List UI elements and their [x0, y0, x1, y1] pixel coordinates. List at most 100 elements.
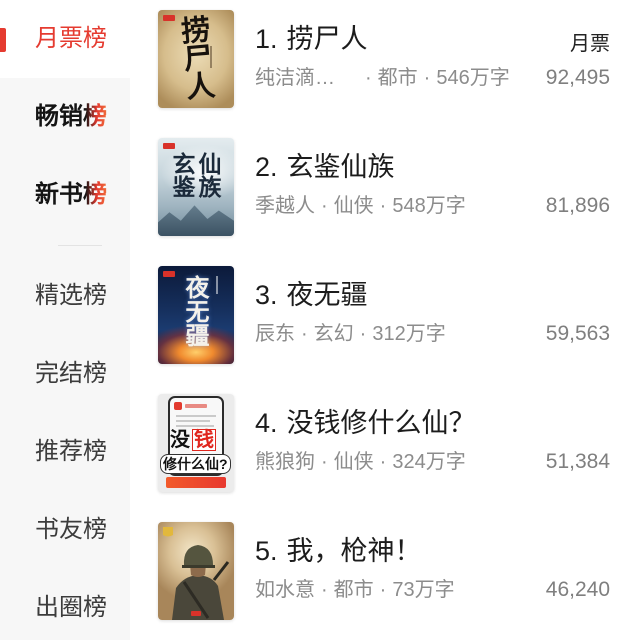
book-author: 纯洁滴…	[255, 67, 335, 89]
publisher-logo	[163, 143, 175, 149]
book-title: 玄鉴仙族	[286, 152, 395, 182]
cover-title-art: 没钱	[170, 428, 216, 452]
soldier-helmet	[183, 545, 213, 565]
book-title-line: 1. 捞尸人	[255, 23, 368, 55]
book-title: 没钱修什么仙？	[286, 408, 476, 438]
monthly-ticket-count: 81,896	[545, 194, 610, 217]
book-meta: 纯洁滴… · 都市 · 546万字	[255, 64, 510, 92]
book-title-line: 2. 玄鉴仙族	[255, 151, 395, 183]
cover-title-highlight: 钱	[192, 429, 216, 451]
book-cover[interactable]: 玄鉴仙族	[158, 138, 234, 236]
book-meta: 季越人 · 仙侠 · 548万字	[255, 192, 466, 220]
app-logo	[174, 402, 182, 410]
publisher-logo	[163, 271, 175, 277]
book-title: 夜无疆	[286, 280, 368, 310]
sidebar-item-label: 出圈榜	[35, 594, 107, 621]
meta-separator: ·	[365, 67, 372, 89]
book-word-count: 546万字	[436, 67, 510, 89]
monthly-ticket-count: 46,240	[545, 578, 610, 601]
book-title-line: 5. 我，枪神！	[255, 535, 422, 567]
book-author: 季越人	[255, 195, 315, 217]
sidebar-item-label: 完结榜	[35, 360, 107, 387]
book-genre: 都市	[333, 579, 374, 601]
book-title-line: 3. 夜无疆	[255, 279, 368, 311]
book-author: 熊狼狗	[255, 451, 315, 473]
ranking-list: 月票 捞尸人 1. 捞尸人 纯洁滴… · 都市 · 546万字 92,495 玄鉴仙族 2…	[130, 0, 640, 640]
cover-title-art: 夜无疆	[181, 275, 210, 347]
book-word-count: 548万字	[392, 195, 466, 217]
book-genre: 仙侠	[333, 451, 374, 473]
book-list-item[interactable]: 没钱 修什么仙? 4. 没钱修什么仙？ 熊狼狗 · 仙侠 · 324万字 51,384	[130, 384, 640, 512]
sidebar-item-label: 推荐榜	[35, 438, 107, 465]
book-title: 我，枪神！	[286, 536, 422, 566]
book-genre: 都市	[377, 67, 418, 89]
sidebar-item-new-books[interactable]: 新书榜	[0, 156, 130, 234]
book-author: 辰东	[255, 323, 295, 345]
soldier-illustration	[163, 527, 230, 620]
publisher-logo	[191, 611, 201, 616]
meta-separator: ·	[301, 323, 308, 345]
ranking-sidebar: 月票榜 畅销榜 新书榜 精选榜 完结榜 推荐榜 书友榜 出圈榜	[0, 0, 130, 640]
publisher-logo	[163, 15, 175, 21]
book-author: 如水意	[255, 579, 315, 601]
book-list-item[interactable]: 捞尸人 1. 捞尸人 纯洁滴… · 都市 · 546万字 92,495	[130, 0, 640, 128]
cover-banner	[166, 477, 226, 488]
monthly-ticket-count: 51,384	[545, 450, 610, 473]
book-rank: 5.	[255, 536, 278, 566]
sidebar-divider	[58, 245, 102, 246]
book-rank: 1.	[255, 24, 278, 54]
book-list-item[interactable]: 玄鉴仙族 2. 玄鉴仙族 季越人 · 仙侠 · 548万字 81,896	[130, 128, 640, 256]
book-word-count: 324万字	[392, 451, 466, 473]
selected-indicator	[0, 28, 6, 52]
sidebar-item-label: 精选榜	[35, 282, 107, 309]
sidebar-item-trending[interactable]: 出圈榜	[0, 569, 130, 640]
helmet-rim	[182, 565, 215, 568]
book-rank: 2.	[255, 152, 278, 182]
book-cover[interactable]: 夜无疆	[158, 266, 234, 364]
meta-separator: ·	[379, 579, 387, 601]
book-list-item[interactable]: 夜无疆 3. 夜无疆 辰东 · 玄幻 · 312万字 59,563	[130, 256, 640, 384]
meta-separator: ·	[379, 451, 387, 473]
sidebar-item-recommended[interactable]: 推荐榜	[0, 413, 130, 491]
meta-separator: ·	[359, 323, 367, 345]
sidebar-item-bestseller[interactable]: 畅销榜	[0, 78, 130, 156]
cover-mountains	[158, 205, 234, 236]
monthly-ticket-count: 92,495	[545, 66, 610, 89]
meta-separator: ·	[321, 579, 328, 601]
book-word-count: 312万字	[372, 323, 446, 345]
meta-separator: ·	[321, 451, 328, 473]
book-cover[interactable]	[158, 522, 234, 620]
sidebar-item-completed[interactable]: 完结榜	[0, 335, 130, 413]
meta-separator: ·	[423, 67, 431, 89]
cover-title-part: 修什么仙?	[160, 454, 231, 474]
book-cover[interactable]: 捞尸人	[158, 10, 234, 108]
book-genre: 仙侠	[333, 195, 374, 217]
text-line	[176, 420, 210, 422]
sidebar-item-label: 新书榜	[35, 181, 107, 208]
book-cover[interactable]: 没钱 修什么仙?	[158, 394, 234, 492]
book-title-line: 4. 没钱修什么仙？	[255, 407, 476, 439]
app-header-bar	[185, 404, 207, 408]
meta-separator: ·	[379, 195, 387, 217]
monthly-ticket-count: 59,563	[545, 322, 610, 345]
gold-logo	[163, 527, 173, 537]
text-line	[176, 415, 216, 417]
book-meta: 如水意 · 都市 · 73万字	[255, 576, 455, 604]
meta-separator: ·	[321, 195, 328, 217]
sidebar-item-featured[interactable]: 精选榜	[0, 257, 130, 335]
sidebar-item-label: 书友榜	[35, 516, 107, 543]
rifle	[212, 561, 230, 581]
book-rank: 4.	[255, 408, 278, 438]
cover-title-art: 玄鉴仙族	[168, 152, 221, 198]
book-genre: 玄幻	[313, 323, 354, 345]
sidebar-item-label: 月票榜	[35, 25, 107, 52]
sidebar-item-monthly-ticket[interactable]: 月票榜	[0, 0, 130, 78]
text-line	[176, 425, 214, 427]
book-rank: 3.	[255, 280, 278, 310]
book-list-item[interactable]: 5. 我，枪神！ 如水意 · 都市 · 73万字 46,240	[130, 512, 640, 640]
cover-title-part: 没	[170, 429, 190, 451]
book-word-count: 73万字	[392, 579, 455, 601]
book-meta: 熊狼狗 · 仙侠 · 324万字	[255, 448, 466, 476]
sidebar-item-reader-picks[interactable]: 书友榜	[0, 491, 130, 569]
cover-title-art: 捞尸人	[175, 13, 217, 101]
